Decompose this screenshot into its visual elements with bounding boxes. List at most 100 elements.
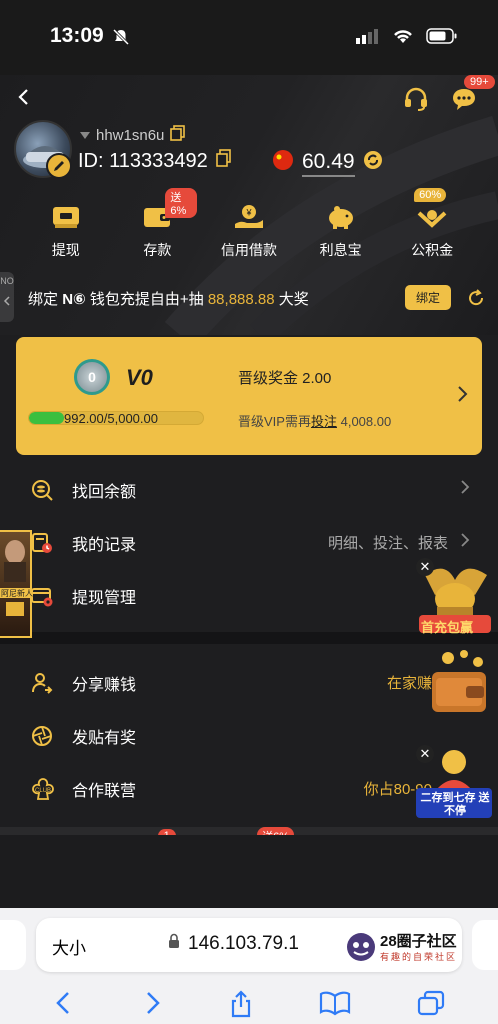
vip-card[interactable]: 0 V0 晋级奖金 2.00 992.00/5,000.00 晋级VIP需再投注…: [16, 337, 482, 455]
wallet-promo-banner: NO 绑定 N⑥ 钱包充提自由+抽 88,888.88 大奖 绑定: [0, 272, 498, 322]
browser-back-icon[interactable]: [53, 990, 75, 1023]
menu-label: 分享赚钱: [72, 676, 137, 694]
quick-actions: 提现 送6% 存款 ¥ 信用借款 利息宝 60% 公积金: [0, 188, 498, 260]
refresh-icon[interactable]: [466, 288, 486, 313]
watermark-logo: 28圈子社区 有趣的自荣社区: [344, 928, 484, 968]
edit-avatar-button[interactable]: [46, 153, 72, 179]
action-label: 公积金: [411, 242, 454, 258]
loan-icon: ¥: [232, 200, 266, 234]
bottom-tab-bar: 首页 1 优惠 送6% 存款 客服 我的: [0, 827, 498, 835]
action-deposit[interactable]: 送6% 存款: [117, 188, 198, 260]
action-provident-fund[interactable]: 60% 公积金: [392, 188, 472, 260]
vip-bonus: 晋级奖金 2.00: [238, 370, 332, 387]
newcomer-caption: 阿尼新人: [1, 589, 33, 598]
action-interest[interactable]: 利息宝: [301, 200, 381, 260]
pencil-icon: [54, 161, 64, 171]
menu-item-recover-balance[interactable]: 找回余额: [0, 463, 498, 516]
deposit-tab-badge: 送6%: [257, 827, 295, 835]
bet-link[interactable]: 投注: [311, 414, 337, 429]
promotions-badge: 1: [157, 829, 176, 835]
username: hhw1sn6u: [96, 126, 165, 144]
messages-button[interactable]: 99+: [450, 75, 495, 118]
menu-label: 发贴有奖: [72, 729, 137, 747]
first-deposit-caption: 首充包赢: [421, 620, 474, 635]
tab-home[interactable]: 首页: [0, 827, 100, 835]
vip-progress-fill: [29, 412, 64, 424]
bookmarks-icon[interactable]: [319, 990, 351, 1023]
app-page: 99+ hhw1sn6u ID: 113333492 60.49 提现 送6% …: [0, 75, 498, 835]
promo-text-suffix: 大奖: [278, 291, 309, 308]
menu-item-share-earn[interactable]: 分享赚钱 在家赚: [0, 656, 498, 709]
china-flag-icon: [272, 149, 294, 177]
back-button[interactable]: [14, 87, 34, 107]
share-icon[interactable]: [229, 990, 253, 1023]
headset-icon[interactable]: [402, 85, 430, 118]
chevron-left-icon: [0, 296, 14, 308]
vip-need-prefix: 晋级VIP需再: [238, 414, 311, 429]
lock-icon: [168, 933, 180, 955]
menu-label: 我的记录: [72, 536, 137, 554]
tab-customer-service[interactable]: 客服: [299, 827, 399, 835]
piggy-icon: [324, 200, 358, 234]
promo-amount: 88,888.88: [207, 291, 275, 308]
browser-chrome: 大小 146.103.79.1 28圈子社区 有趣的自荣社区: [0, 908, 498, 1024]
tabs-icon[interactable]: [417, 990, 445, 1023]
address-bar[interactable]: 大小 146.103.79.1 28圈子社区 有趣的自荣社区: [36, 918, 462, 972]
deposit-bonus-caption: 二存到七存 送不停: [420, 792, 490, 817]
browser-forward-icon[interactable]: [141, 990, 163, 1023]
status-bar: 13:09: [0, 0, 498, 75]
menu-label: 提现管理: [72, 589, 137, 607]
tab-deposit[interactable]: 送6% 存款: [199, 827, 299, 835]
records-icon: [30, 531, 54, 555]
fund-icon: [415, 200, 449, 234]
action-credit-loan[interactable]: ¥ 信用借款: [209, 200, 289, 260]
close-icon[interactable]: ✕: [416, 558, 434, 576]
bind-wallet-button[interactable]: 绑定: [405, 285, 452, 310]
close-icon[interactable]: ✕: [416, 745, 434, 763]
svg-text:CLUB: CLUB: [35, 788, 51, 794]
browser-toolbar: [0, 990, 498, 1023]
fund-badge: 60%: [414, 188, 447, 202]
promo-side-tab[interactable]: NO: [0, 272, 14, 322]
balance-amount: 60.49: [302, 150, 355, 177]
share-earn-floating-ad[interactable]: [426, 650, 494, 722]
community-logo-icon: [347, 933, 375, 961]
withdraw-manage-icon: [30, 584, 54, 608]
wifi-icon: [392, 28, 414, 49]
previous-tab-card[interactable]: [0, 920, 26, 970]
action-label: 信用借款: [220, 242, 277, 258]
menu-label: 找回余额: [72, 483, 137, 501]
menu-label: 合作联营: [72, 782, 137, 800]
club-icon: CLUB: [30, 777, 54, 801]
message-count-badge: 99+: [464, 75, 495, 89]
promo-text-middle: 钱包充提自由+抽: [89, 291, 204, 308]
watermark-title: 28圈子社区: [380, 933, 457, 950]
refresh-balance-icon[interactable]: [363, 150, 383, 176]
copy-username-icon[interactable]: [170, 125, 186, 145]
action-withdraw[interactable]: 提现: [26, 200, 106, 260]
status-time: 13:09: [50, 24, 104, 47]
tab-promotions[interactable]: 1 优惠: [100, 827, 200, 835]
copy-id-icon[interactable]: [215, 149, 232, 173]
action-label: 存款: [143, 242, 172, 258]
vip-progress-text: 992.00/5,000.00: [64, 411, 158, 426]
camera-aperture-icon: [30, 724, 54, 748]
battery-icon: [426, 28, 458, 49]
newcomer-floating-ad[interactable]: 阿尼新人: [0, 530, 33, 638]
promo-text-prefix: 绑定: [28, 291, 59, 308]
chevron-right-icon: [460, 532, 470, 553]
withdraw-icon: [49, 200, 83, 234]
recover-balance-icon: [30, 478, 54, 502]
vip-level: V0: [126, 365, 153, 390]
action-label: 提现: [51, 242, 80, 258]
dropdown-triangle-icon[interactable]: [80, 127, 90, 144]
user-id: ID: 113333492: [78, 149, 208, 172]
tab-mine[interactable]: 我的: [398, 827, 498, 835]
vip-need-amount: 4,008.00: [340, 414, 392, 429]
deposit-badge: 送6%: [165, 188, 198, 218]
text-size-button[interactable]: 大小: [52, 934, 86, 959]
url-text: 146.103.79.1: [188, 933, 299, 954]
chevron-right-icon: [456, 385, 468, 408]
chevron-right-icon: [460, 479, 470, 500]
svg-text:¥: ¥: [245, 208, 252, 218]
